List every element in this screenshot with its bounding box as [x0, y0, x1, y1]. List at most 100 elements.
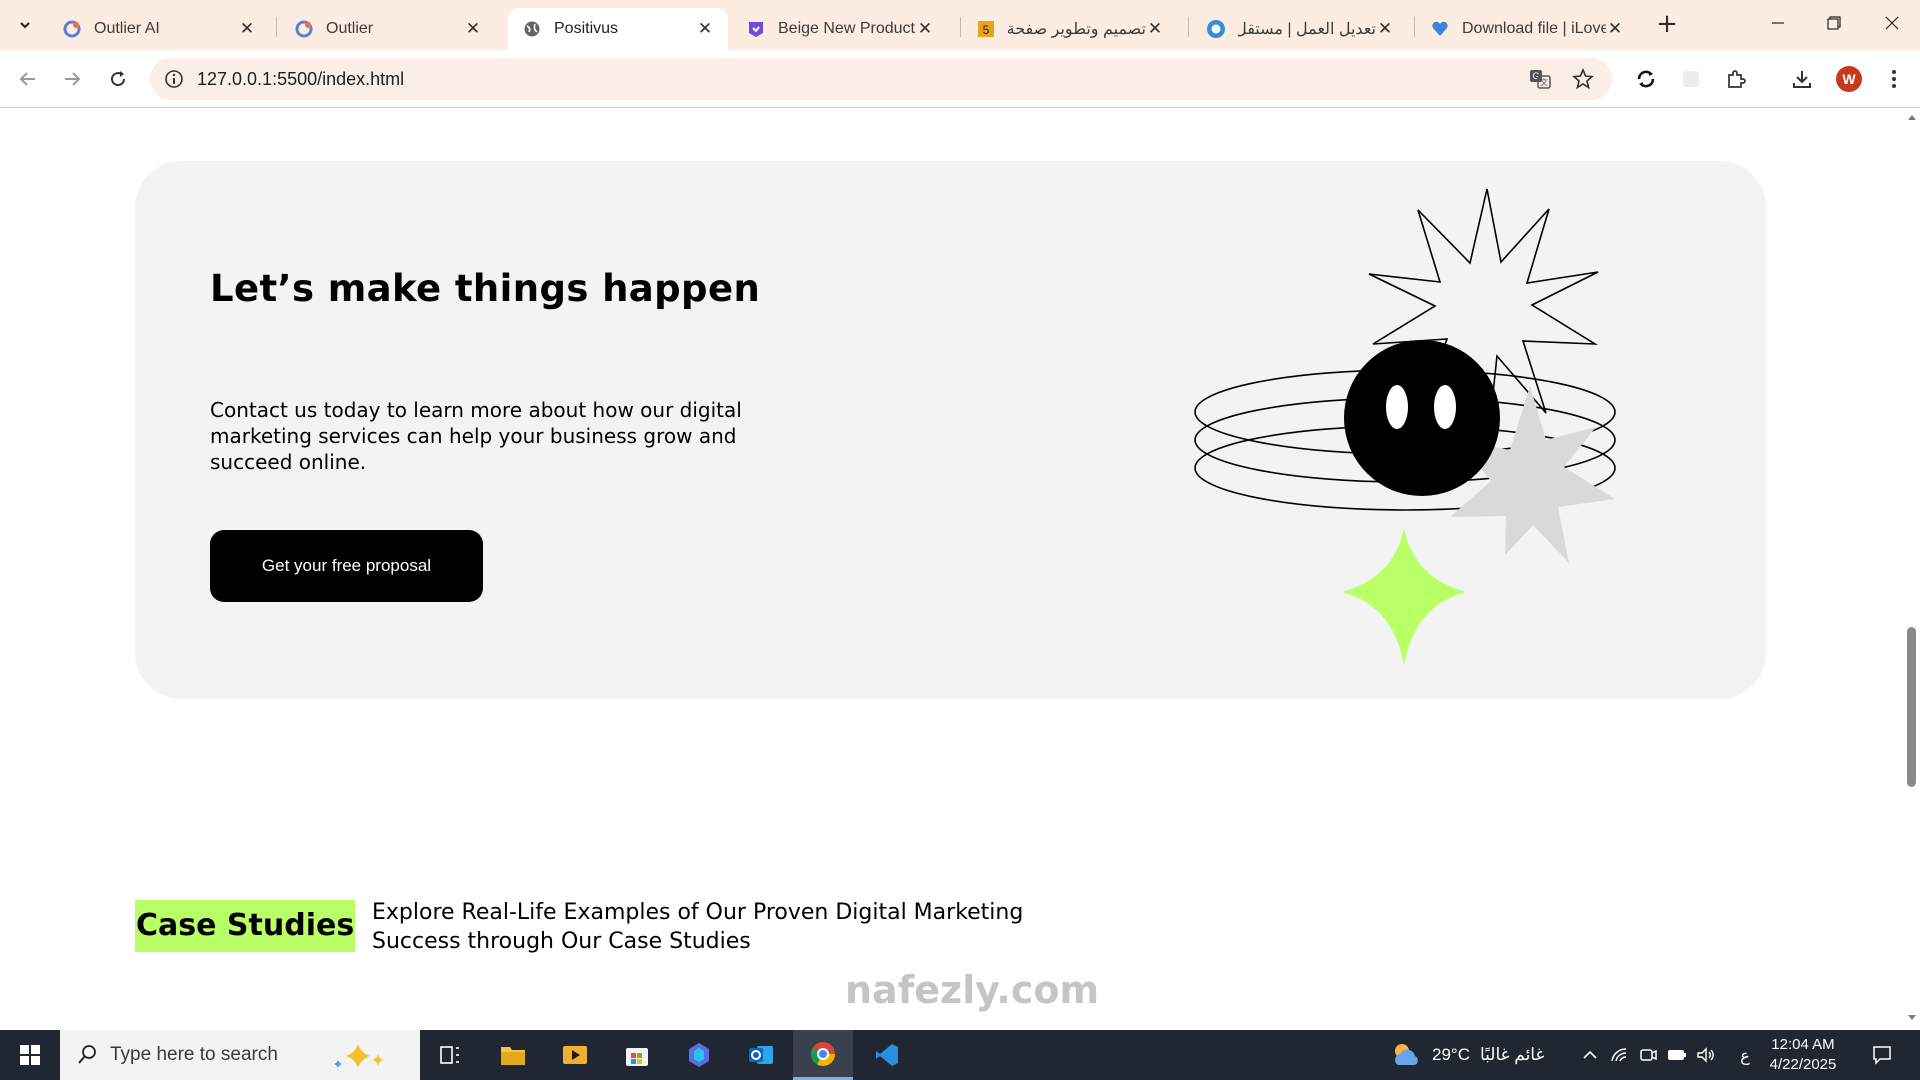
volume-icon[interactable] — [1694, 1030, 1718, 1080]
profile-avatar[interactable]: W — [1836, 66, 1862, 92]
address-bar[interactable]: 127.0.0.1:5500/index.html G文 — [150, 58, 1612, 100]
close-window-button[interactable] — [1864, 0, 1920, 46]
tab-canva[interactable]: Beige New Product M ✕ — [732, 8, 948, 50]
microsoft-store-icon[interactable] — [607, 1030, 667, 1080]
tab-title: تصميم وتطوير صفحة — [1008, 21, 1146, 38]
close-tab-icon[interactable]: ✕ — [1146, 19, 1164, 39]
tab-search-chevron-icon[interactable] — [10, 10, 40, 40]
site-info-icon[interactable] — [164, 69, 184, 93]
close-tab-icon[interactable]: ✕ — [238, 19, 256, 39]
translate-icon[interactable]: G文 — [1528, 67, 1552, 95]
windows-logo-icon — [20, 1045, 40, 1065]
tab-ilovepdf[interactable]: Download file | iLove ✕ — [1416, 8, 1638, 50]
file-explorer-icon[interactable] — [483, 1030, 543, 1080]
scroll-up-arrow-icon[interactable] — [1907, 113, 1917, 121]
clock-date: 4/22/2025 — [1769, 1056, 1837, 1073]
bookmark-star-icon[interactable] — [1572, 67, 1594, 94]
tab-title: Beige New Product M — [778, 20, 916, 37]
close-tab-icon[interactable]: ✕ — [464, 19, 482, 39]
tab-mostaql[interactable]: تعديل العمل | مستقل ✕ — [1192, 8, 1408, 50]
svg-text:5: 5 — [983, 23, 990, 37]
taskbar-search-box[interactable]: Type here to search — [60, 1030, 420, 1080]
tab-outlier-ai[interactable]: Outlier AI ✕ — [48, 8, 270, 50]
back-button[interactable] — [10, 61, 46, 97]
downloads-icon[interactable] — [1784, 61, 1820, 97]
tab-divider — [1188, 17, 1189, 37]
face-eye — [1434, 385, 1456, 429]
search-placeholder: Type here to search — [110, 1044, 278, 1065]
scroll-thumb[interactable] — [1907, 627, 1916, 787]
page-viewport: Let’s make things happen Contact us toda… — [0, 109, 1903, 1030]
notifications-icon[interactable] — [1862, 1030, 1902, 1080]
reload-button[interactable] — [100, 61, 136, 97]
tab-divider — [1414, 17, 1415, 37]
browser-menu-icon[interactable] — [1876, 61, 1912, 97]
battery-icon[interactable] — [1665, 1030, 1689, 1080]
copilot-sparkle-icon — [328, 1038, 408, 1078]
minimize-button[interactable] — [1750, 0, 1806, 46]
ilovepdf-icon — [1430, 19, 1450, 39]
address-text: 127.0.0.1:5500/index.html — [197, 69, 405, 89]
tab-title: Download file | iLove — [1462, 20, 1606, 37]
case-studies-heading: Case Studies — [135, 900, 356, 952]
task-view-icon[interactable] — [420, 1030, 480, 1080]
meet-camera-icon[interactable] — [1636, 1030, 1660, 1080]
mostaql-icon — [1206, 19, 1226, 39]
restore-button[interactable] — [1806, 0, 1862, 46]
copilot-app-icon[interactable] — [669, 1030, 729, 1080]
weather-condition: غائم غالبًا — [1479, 1045, 1545, 1064]
close-tab-icon[interactable]: ✕ — [1376, 19, 1394, 39]
input-language-indicator[interactable]: ع — [1733, 1030, 1757, 1080]
outlier-icon — [294, 19, 314, 39]
clock-time: 12:04 AM — [1771, 1036, 1835, 1053]
browser-toolbar: 127.0.0.1:5500/index.html G文 W — [0, 50, 1920, 108]
canva-icon — [746, 19, 766, 39]
weather-widget[interactable]: 29°C غائم غالبًا — [1390, 1030, 1544, 1080]
windows-taskbar: Type here to search 29°C غائم غالبًا ع 1… — [0, 1030, 1920, 1080]
face-eye — [1386, 385, 1408, 429]
sync-icon[interactable] — [1628, 61, 1664, 97]
outlier-icon — [62, 19, 82, 39]
svg-text:文: 文 — [1540, 77, 1548, 87]
scroll-down-arrow-icon[interactable] — [1907, 1014, 1917, 1022]
media-player-icon[interactable] — [545, 1030, 605, 1080]
tab-html5[interactable]: 5 تصميم وتطوير صفحة ✕ — [962, 8, 1178, 50]
outlook-icon[interactable] — [731, 1030, 791, 1080]
page-scrollbar[interactable] — [1903, 109, 1920, 1030]
cta-description: Contact us today to learn more about how… — [210, 398, 742, 474]
extensions-puzzle-icon[interactable] — [1718, 61, 1754, 97]
forward-button[interactable] — [54, 61, 90, 97]
close-tab-icon[interactable]: ✕ — [696, 19, 714, 39]
network-wifi-icon[interactable] — [1607, 1030, 1631, 1080]
tab-positivus[interactable]: Positivus ✕ — [508, 8, 728, 50]
globe-icon — [522, 19, 542, 39]
cta-title: Let’s make things happen — [210, 267, 761, 310]
taskbar-clock[interactable]: 12:04 AM 4/22/2025 — [1760, 1035, 1846, 1075]
weather-temperature: 29°C — [1432, 1045, 1470, 1064]
black-face-circle — [1344, 340, 1500, 496]
chrome-taskbar-icon[interactable] — [793, 1030, 853, 1080]
tab-title: Outlier AI — [94, 20, 160, 37]
case-studies-description: Explore Real-Life Examples of Our Proven… — [372, 900, 1024, 954]
tab-title: Positivus — [554, 20, 619, 37]
html5-icon: 5 — [976, 19, 996, 39]
search-icon — [76, 1044, 98, 1070]
green-sparkle-shape — [1342, 528, 1466, 665]
extension-placeholder-icon[interactable] — [1673, 61, 1709, 97]
close-tab-icon[interactable]: ✕ — [916, 19, 934, 39]
tab-divider — [960, 17, 961, 37]
get-proposal-button[interactable]: Get your free proposal — [210, 530, 483, 602]
cta-illustration — [1194, 188, 1616, 665]
cta-section: Let’s make things happen Contact us toda… — [135, 161, 1766, 699]
close-tab-icon[interactable]: ✕ — [1606, 19, 1624, 39]
tab-outlier[interactable]: Outlier ✕ — [280, 8, 496, 50]
partly-cloudy-icon — [1395, 1044, 1418, 1065]
tab-divider — [276, 17, 277, 37]
new-tab-button[interactable]: + — [1652, 10, 1682, 40]
watermark-text: nafezly.com — [845, 968, 1100, 1012]
vscode-icon[interactable] — [857, 1030, 917, 1080]
tab-title: Outlier — [326, 20, 374, 37]
windows-start-button[interactable] — [0, 1030, 60, 1080]
show-hidden-icons-chevron-icon[interactable] — [1578, 1030, 1602, 1080]
tab-title: تعديل العمل | مستقل — [1238, 21, 1376, 38]
